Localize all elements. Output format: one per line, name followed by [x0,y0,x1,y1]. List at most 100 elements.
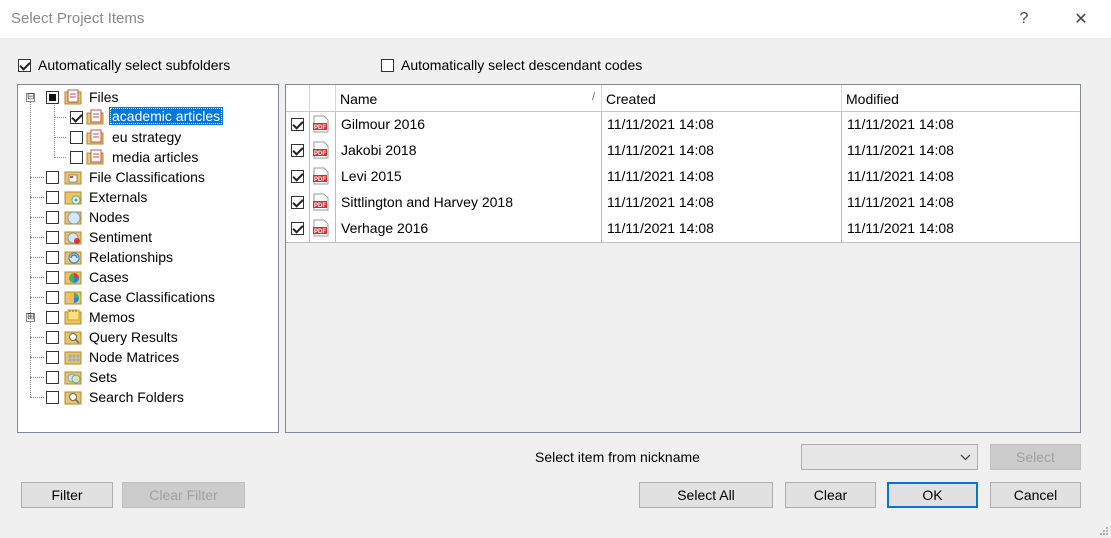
nickname-combobox[interactable] [801,444,978,470]
row-checkbox[interactable] [291,144,304,157]
auto-subfolders-label[interactable]: Automatically select subfolders [38,57,230,73]
auto-descendants-checkbox[interactable] [381,59,394,72]
row-check-cell [286,112,310,138]
tree-item-search-folders[interactable]: Search Folders [18,387,278,407]
expand-icon[interactable]: ⊞ [26,313,35,322]
tree-checkbox[interactable] [46,171,59,184]
node-matrices-icon [64,351,82,365]
column-header-created[interactable]: Created [602,85,842,111]
tree-item-memos[interactable]: ⊞ Memos [18,307,278,327]
tree-checkbox[interactable] [46,371,59,384]
pdf-icon: PDF [313,115,329,133]
column-label: Name [340,91,378,107]
tree-checkbox[interactable] [46,271,59,284]
nickname-select-button[interactable]: Select [990,444,1081,470]
tree-item-files[interactable]: ⊟ Files [18,87,278,107]
pdf-icon: PDF [313,141,329,159]
tree-item-node-matrices[interactable]: Node Matrices [18,347,278,367]
tree-item-cases[interactable]: Cases [18,267,278,287]
tree-checkbox[interactable] [46,191,59,204]
table-row[interactable]: PDF Verhage 2016 11/11/2021 14:08 11/11/202… [286,216,1080,243]
row-name-cell: Gilmour 2016 [336,112,602,138]
tree-item-label: Nodes [89,209,130,225]
tree-item-sets[interactable]: Sets [18,367,278,387]
project-tree[interactable]: ⊟ Files academic articles eu strategy me… [17,84,279,433]
tree-line [30,277,44,278]
tree-item-case-classifications[interactable]: Case Classifications [18,287,278,307]
clear-button[interactable]: Clear [785,482,876,508]
help-button[interactable]: ? [1004,4,1044,34]
table-row[interactable]: PDF Sittlington and Harvey 2018 11/11/2021… [286,190,1080,217]
sort-indicator-icon: / [591,91,595,103]
tree-item-academic-articles[interactable]: academic articles [18,107,278,127]
items-grid[interactable]: Name / Created Modified PDF Gilmour 2016 1… [285,84,1081,433]
row-checkbox[interactable] [291,170,304,183]
column-header-modified[interactable]: Modified [842,85,1080,111]
tree-checkbox[interactable] [70,111,83,124]
tree-item-label: Query Results [89,329,178,345]
externals-icon [64,191,82,205]
auto-descendants-label[interactable]: Automatically select descendant codes [401,57,642,73]
column-label: Modified [846,91,899,107]
collapse-icon[interactable]: ⊟ [26,93,35,102]
tree-item-nodes[interactable]: Nodes [18,207,278,227]
row-modified-cell: 11/11/2021 14:08 [847,194,954,210]
sentiment-icon [64,231,82,245]
tree-item-media-articles[interactable]: media articles [18,147,278,167]
row-name-cell: Levi 2015 [336,164,602,190]
tree-checkbox[interactable] [46,311,59,324]
table-row[interactable]: PDF Levi 2015 11/11/2021 14:08 11/11/2021 1… [286,164,1080,191]
tree-line [30,197,44,198]
cancel-button[interactable]: Cancel [990,482,1081,508]
tree-checkbox[interactable] [46,351,59,364]
clear-filter-button[interactable]: Clear Filter [122,482,245,508]
tree-checkbox[interactable] [46,231,59,244]
column-header-name[interactable]: Name / [336,85,602,111]
tree-item-externals[interactable]: Externals [18,187,278,207]
tree-checkbox[interactable] [46,331,59,344]
row-checkbox[interactable] [291,222,304,235]
row-modified-cell: 11/11/2021 14:08 [847,116,954,132]
tree-checkbox[interactable] [46,251,59,264]
row-modified-cell: 11/11/2021 14:08 [847,142,954,158]
chevron-down-icon[interactable] [960,454,971,461]
auto-subfolders-checkbox[interactable] [18,59,31,72]
grid-header: Name / Created Modified [286,85,1080,112]
tree-item-file-classifications[interactable]: File Classifications [18,167,278,187]
header-check-column [286,85,310,111]
tree-item-query-results[interactable]: Query Results [18,327,278,347]
relationships-icon [64,251,82,265]
row-created-cell: 11/11/2021 14:08 [602,164,842,190]
close-button[interactable]: ✕ [1061,4,1101,34]
folder-doc-icon [86,129,104,145]
tree-checkbox[interactable] [46,211,59,224]
table-row[interactable]: PDF Jakobi 2018 11/11/2021 14:08 11/11/2021… [286,138,1080,165]
table-row[interactable]: PDF Gilmour 2016 11/11/2021 14:08 11/11/202… [286,112,1080,139]
resize-grip-icon[interactable] [1097,524,1109,536]
select-all-button[interactable]: Select All [639,482,773,508]
tree-item-eu-strategy[interactable]: eu strategy [18,127,278,147]
row-name-cell: Sittlington and Harvey 2018 [336,190,602,216]
tree-line [30,357,44,358]
row-check-cell [286,138,310,164]
row-created-cell: 11/11/2021 14:08 [602,138,842,164]
tree-checkbox[interactable] [46,91,59,104]
tree-checkbox[interactable] [46,291,59,304]
tree-line [30,217,44,218]
tree-item-sentiment[interactable]: Sentiment [18,227,278,247]
cases-icon [64,271,82,285]
filter-button[interactable]: Filter [21,482,113,508]
tree-line [30,397,44,398]
row-name-cell: Verhage 2016 [336,216,602,242]
tree-line [30,237,44,238]
ok-button[interactable]: OK [887,482,978,508]
row-name-cell: Jakobi 2018 [336,138,602,164]
row-checkbox[interactable] [291,118,304,131]
tree-checkbox[interactable] [70,151,83,164]
tree-line [30,177,44,178]
tree-checkbox[interactable] [46,391,59,404]
tree-item-relationships[interactable]: Relationships [18,247,278,267]
row-checkbox[interactable] [291,196,304,209]
tree-item-label: Cases [89,269,129,285]
tree-checkbox[interactable] [70,131,83,144]
